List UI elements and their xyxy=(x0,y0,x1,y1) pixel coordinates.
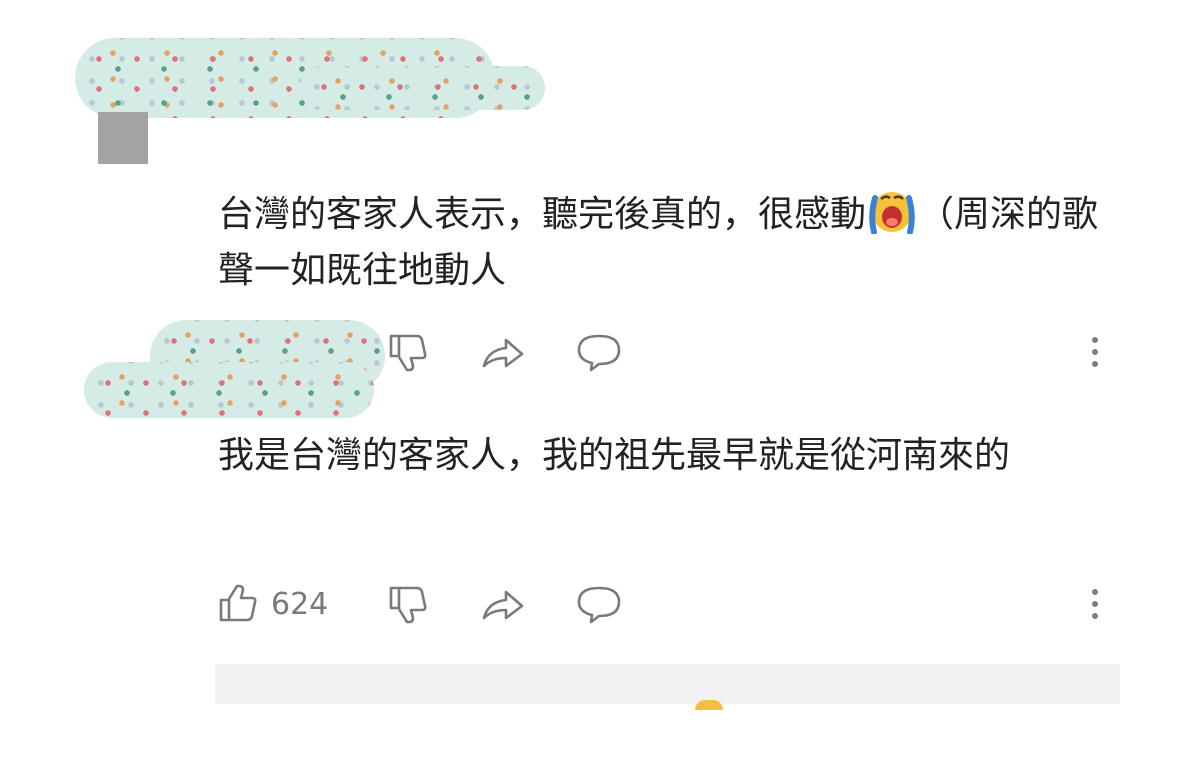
redacted-username-2b xyxy=(84,362,374,418)
reply-icon xyxy=(577,334,621,372)
share-button-2[interactable] xyxy=(480,574,526,634)
next-comment-preview xyxy=(215,664,1120,710)
redacted-username-1b xyxy=(300,66,545,110)
more-options-button-1[interactable] xyxy=(1085,322,1105,382)
thumbs-up-icon xyxy=(219,584,257,622)
more-options-icon xyxy=(1092,589,1098,595)
reply-button-2[interactable] xyxy=(575,574,623,634)
thumbs-down-icon xyxy=(389,586,427,624)
reply-button-1[interactable] xyxy=(575,322,623,382)
share-icon xyxy=(482,590,524,620)
reply-icon xyxy=(577,586,621,624)
more-options-icon xyxy=(1092,337,1098,343)
avatar[interactable] xyxy=(98,112,148,164)
comment-text-1: 台灣的客家人表示，聽完後真的，很感動 （周深的歌聲一如既往地動人 xyxy=(218,186,1108,299)
dislike-button-2[interactable] xyxy=(385,574,429,634)
loudly-crying-face-icon xyxy=(869,192,915,234)
dislike-button-1[interactable] xyxy=(385,322,429,382)
like-count: 624 xyxy=(271,586,329,622)
comment-text-2: 我是台灣的客家人，我的祖先最早就是從河南來的 xyxy=(218,435,1011,476)
like-button-2[interactable]: 624 xyxy=(215,574,328,634)
share-icon xyxy=(482,338,524,368)
share-button-1[interactable] xyxy=(480,322,526,382)
more-options-button-2[interactable] xyxy=(1085,574,1105,634)
thumbs-down-icon xyxy=(389,334,427,372)
avatar xyxy=(695,700,723,710)
comment-actions-2: 624 xyxy=(215,574,1115,634)
